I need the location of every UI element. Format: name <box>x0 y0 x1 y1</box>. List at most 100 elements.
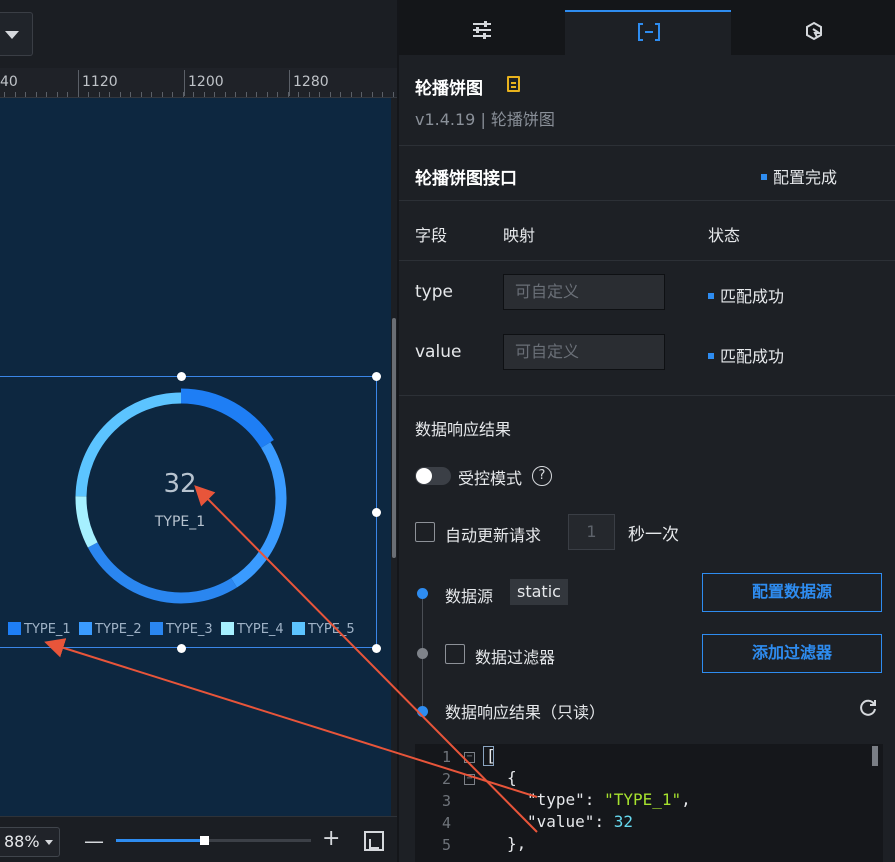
sliders-icon <box>473 21 491 39</box>
response-readonly-label: 数据响应结果（只读） <box>445 703 606 722</box>
legend-label: TYPE_2 <box>95 622 142 637</box>
status-dot-icon <box>761 174 767 180</box>
type-status-text: 匹配成功 <box>720 287 785 306</box>
panel-tabs <box>399 0 895 55</box>
api-status-text: 配置完成 <box>773 168 838 187</box>
column-header-mapping: 映射 <box>503 226 536 245</box>
legend-label: TYPE_3 <box>166 622 213 637</box>
type-mapping-input[interactable]: 可自定义 <box>503 274 665 310</box>
refresh-icon[interactable] <box>858 698 878 718</box>
interval-input[interactable]: 1 <box>568 514 615 550</box>
widget-title: 轮播饼图 <box>415 79 483 99</box>
auto-update-checkbox[interactable] <box>415 522 435 542</box>
auto-update-label: 自动更新请求 <box>445 526 542 545</box>
api-section-title: 轮播饼图接口 <box>415 169 517 189</box>
value-match-status: 匹配成功 <box>708 343 784 367</box>
toggle-knob <box>416 468 432 484</box>
legend-label: TYPE_1 <box>24 622 71 637</box>
value-status-text: 匹配成功 <box>720 347 785 366</box>
interaction-icon <box>806 21 823 41</box>
timeline-node-active <box>417 706 428 717</box>
widget-version: v1.4.19 | 轮播饼图 <box>415 110 555 129</box>
value-mapping-input[interactable]: 可自定义 <box>503 334 665 370</box>
column-header-field: 字段 <box>415 226 448 245</box>
code-key: "value" <box>527 812 595 831</box>
donut-chart <box>75 388 287 604</box>
legend-item: TYPE_3 <box>150 622 213 638</box>
timeline-node-active <box>417 588 428 599</box>
code-line-3: "type": "TYPE_1", <box>527 790 691 809</box>
legend-swatch <box>221 622 234 635</box>
document-icon[interactable] <box>507 76 520 92</box>
zoom-value: 88% <box>4 832 40 851</box>
response-code-viewer[interactable]: 1 2 3 4 5 − − [ { "type": "TYPE_1", "val… <box>415 744 883 862</box>
configure-data-source-button[interactable]: 配置数据源 <box>702 573 882 612</box>
zoom-select[interactable]: 88% <box>0 827 60 857</box>
controlled-mode-label: 受控模式 <box>458 469 523 488</box>
zoom-slider[interactable] <box>116 836 311 845</box>
code-key: "type" <box>527 790 585 809</box>
chart-center-label: TYPE_1 <box>154 514 206 530</box>
legend-item: TYPE_4 <box>221 622 284 638</box>
legend-swatch <box>150 622 163 635</box>
divider <box>399 260 895 261</box>
code-string: "TYPE_1" <box>604 790 682 809</box>
divider <box>399 145 895 146</box>
status-dot-icon <box>708 293 714 299</box>
canvas-area: 40 1120 1200 1280 32 TYPE_1 TYPE_1 TYPE_… <box>0 0 397 862</box>
donut-slice-TYPE_1 <box>180 388 274 449</box>
tab-interaction[interactable] <box>731 10 895 55</box>
donut-slice-TYPE_2 <box>231 442 287 588</box>
config-panel: 轮播饼图 v1.4.19 | 轮播饼图 轮播饼图接口 配置完成 字段 映射 状态… <box>397 0 895 862</box>
caret-down-icon <box>45 840 53 845</box>
fold-icon[interactable]: − <box>464 752 475 763</box>
zoom-out-button[interactable]: — <box>84 829 104 853</box>
fit-screen-icon[interactable] <box>364 831 384 851</box>
status-dot-icon <box>708 353 714 359</box>
zoom-slider-handle[interactable] <box>199 836 209 845</box>
legend-swatch <box>79 622 92 635</box>
zoom-in-button[interactable]: + <box>322 826 340 851</box>
line-number: 5 <box>441 836 451 854</box>
legend-label: TYPE_4 <box>237 622 284 637</box>
line-number: 3 <box>441 792 451 810</box>
donut-slice-TYPE_3 <box>87 542 237 604</box>
timeline-node <box>417 648 428 659</box>
line-number: 2 <box>441 770 451 788</box>
api-config-status: 配置完成 <box>761 164 837 188</box>
field-type-name: type <box>415 282 453 302</box>
code-line-4: "value": 32 <box>527 812 633 831</box>
canvas-zoom-bar: 88% — + <box>0 816 397 862</box>
data-source-label: 数据源 <box>445 587 494 606</box>
help-icon[interactable]: ? <box>532 466 552 486</box>
chart-center-value: 32 <box>163 469 197 499</box>
interval-unit-label: 秒一次 <box>628 525 679 545</box>
code-number: 32 <box>613 812 633 831</box>
field-value-name: value <box>415 342 462 362</box>
data-filter-checkbox[interactable] <box>445 644 465 664</box>
tab-style[interactable] <box>399 10 565 55</box>
controlled-mode-toggle[interactable] <box>415 467 451 485</box>
code-line-1: [ <box>486 746 496 765</box>
legend-swatch <box>292 622 305 635</box>
line-number: 1 <box>441 748 451 766</box>
response-section-title: 数据响应结果 <box>415 420 512 439</box>
code-scrollbar-thumb[interactable] <box>872 746 878 766</box>
divider <box>399 200 895 201</box>
legend-item: TYPE_1 <box>8 622 71 638</box>
column-header-state: 状态 <box>708 226 741 245</box>
legend-item: TYPE_5 <box>292 622 355 638</box>
fold-icon[interactable]: − <box>464 774 475 785</box>
type-match-status: 匹配成功 <box>708 283 784 307</box>
code-line-5: }, <box>507 834 527 853</box>
legend-label: TYPE_5 <box>308 622 355 637</box>
data-filter-label: 数据过滤器 <box>475 648 556 667</box>
tab-data[interactable] <box>565 10 731 55</box>
legend-item: TYPE_2 <box>79 622 142 638</box>
zoom-slider-fill <box>116 839 204 842</box>
donut-slice-TYPE_4 <box>75 496 98 548</box>
data-source-type-tag: static <box>510 579 568 605</box>
line-number: 4 <box>441 814 451 832</box>
data-brackets-icon <box>638 23 660 41</box>
add-filter-button[interactable]: 添加过滤器 <box>702 634 882 673</box>
